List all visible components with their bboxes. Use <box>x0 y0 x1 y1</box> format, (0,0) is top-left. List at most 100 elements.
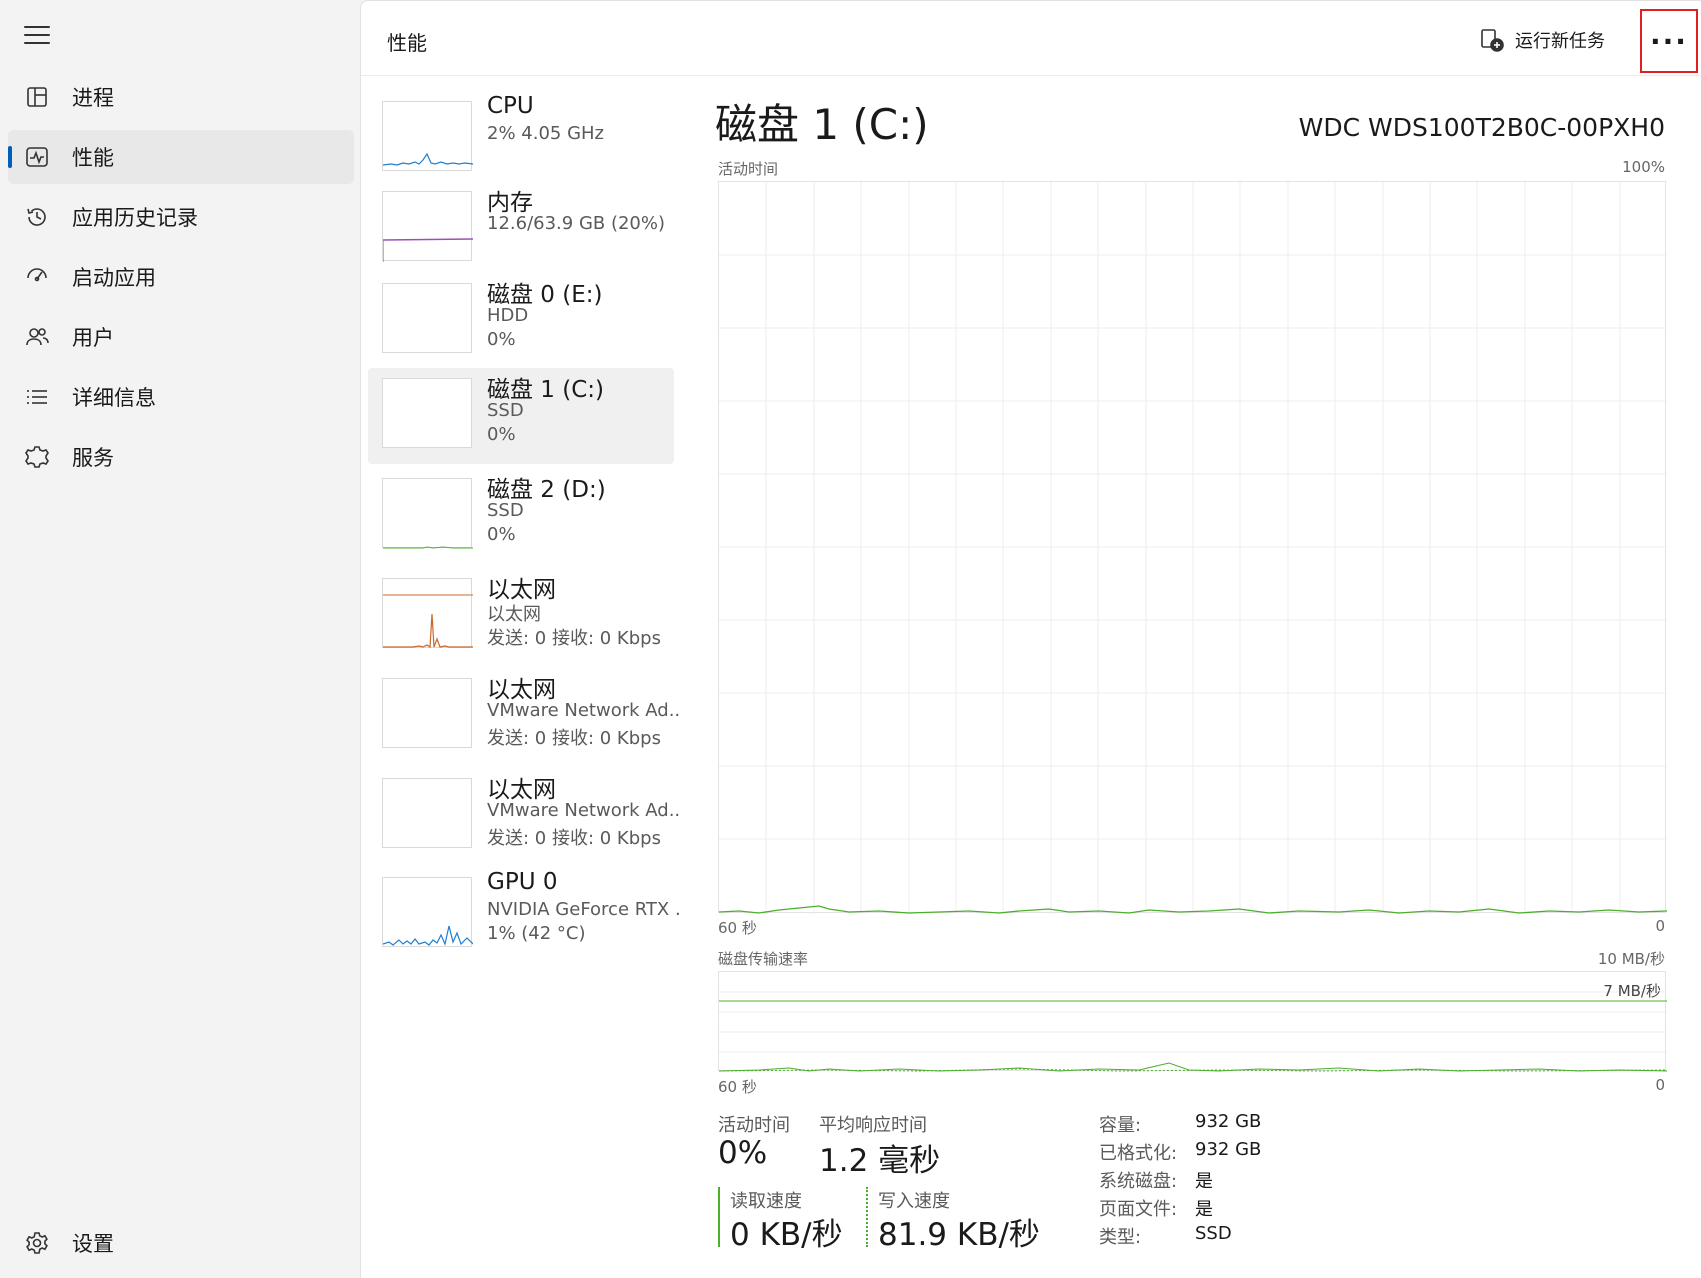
resource-name: 磁盘 0 (E:) <box>487 282 603 308</box>
resource-detail: 以太网 <box>487 604 541 625</box>
resource-type: HDD <box>487 305 529 326</box>
nav-item-label: 用户 <box>72 326 114 350</box>
type-label: 类型: <box>1099 1227 1142 1248</box>
resource-detail: NVIDIA GeForce RTX . <box>487 899 681 920</box>
active-time-x-start: 60 秒 <box>718 919 757 937</box>
resource-name: GPU 0 <box>487 869 558 895</box>
active-time-chart <box>718 181 1668 914</box>
resource-name: 磁盘 1 (C:) <box>487 377 605 403</box>
history-icon <box>24 204 50 230</box>
run-task-icon <box>1481 29 1504 52</box>
write-speed-indicator <box>866 1187 868 1247</box>
resource-usage: 0% <box>487 524 516 545</box>
capacity-label: 容量: <box>1099 1115 1142 1136</box>
ethernet2-thumbnail-graph <box>382 678 472 748</box>
resource-throughput: 发送: 0 接收: 0 Kbps <box>487 628 661 649</box>
formatted-value: 932 GB <box>1195 1139 1262 1160</box>
avg-response-time-value: 1.2 毫秒 <box>819 1143 941 1179</box>
nav-item-performance[interactable]: 性能 <box>8 130 354 184</box>
nav-item-details[interactable]: 详细信息 <box>8 370 354 424</box>
nav-item-label: 详细信息 <box>72 386 156 410</box>
type-value: SSD <box>1195 1223 1232 1244</box>
details-icon <box>24 384 50 410</box>
nav-item-label: 启动应用 <box>72 266 156 290</box>
users-icon <box>24 324 50 350</box>
resource-usage: 1% (42 °C) <box>487 923 586 944</box>
disk1-thumbnail-graph <box>382 378 472 448</box>
active-time-chart-label: 活动时间 <box>718 160 779 178</box>
nav-item-services[interactable]: 服务 <box>8 430 354 484</box>
resource-item-disk-0[interactable]: 磁盘 0 (E:) HDD 0% <box>368 273 674 369</box>
resource-detail: 2% 4.05 GHz <box>487 123 605 144</box>
transfer-rate-chart-max: 10 MB/秒 <box>1597 950 1665 968</box>
memory-thumbnail-graph <box>382 191 474 262</box>
resource-throughput: 发送: 0 接收: 0 Kbps <box>487 828 661 849</box>
resource-name: 以太网 <box>487 677 556 703</box>
resource-name: 以太网 <box>487 577 556 603</box>
resource-throughput: 发送: 0 接收: 0 Kbps <box>487 728 661 749</box>
processes-icon <box>24 84 50 110</box>
nav-item-processes[interactable]: 进程 <box>8 70 354 124</box>
nav-item-startup-apps[interactable]: 启动应用 <box>8 250 354 304</box>
cpu-thumbnail-graph <box>382 101 474 171</box>
transfer-rate-chart-graph <box>718 991 1668 1072</box>
ethernet1-thumbnail-graph <box>382 578 473 649</box>
nav-item-settings[interactable]: 设置 <box>8 1216 354 1270</box>
resource-item-ethernet-2[interactable]: 以太网 VMware Network Ad.. 发送: 0 接收: 0 Kbps <box>368 668 680 764</box>
startup-icon <box>24 264 50 290</box>
formatted-label: 已格式化: <box>1099 1143 1178 1164</box>
active-time-label: 活动时间 <box>718 1115 790 1136</box>
transfer-rate-x-end: 0 <box>1655 1076 1665 1094</box>
page-file-label: 页面文件: <box>1099 1199 1178 1220</box>
disk2-thumbnail-graph <box>382 478 473 549</box>
resource-item-ethernet-3[interactable]: 以太网 VMware Network Ad.. 发送: 0 接收: 0 Kbps <box>368 768 680 864</box>
performance-icon <box>24 144 50 170</box>
nav-item-label: 服务 <box>72 446 114 470</box>
gpu-thumbnail-graph <box>382 877 474 947</box>
nav-item-label: 应用历史记录 <box>72 206 198 230</box>
resource-item-cpu[interactable]: CPU 2% 4.05 GHz <box>368 91 674 187</box>
resource-item-disk-2[interactable]: 磁盘 2 (D:) SSD 0% <box>368 468 674 564</box>
active-time-chart-max: 100% <box>1622 158 1665 176</box>
resource-name: 内存 <box>487 190 533 216</box>
resource-usage: 0% <box>487 424 516 445</box>
page-title: 性能 <box>387 31 427 55</box>
resource-item-ethernet-1[interactable]: 以太网 以太网 发送: 0 接收: 0 Kbps <box>368 568 674 664</box>
main-window: 性能 运行新任务 ··· CPU 2% 4.05 GHz 内存 12.6/63.… <box>360 0 1701 1278</box>
resource-type: SSD <box>487 500 524 521</box>
nav-item-label: 性能 <box>72 146 114 170</box>
hamburger-menu-icon[interactable] <box>24 26 50 46</box>
header-bar: 性能 运行新任务 ··· <box>361 1 1701 76</box>
resource-item-gpu-0[interactable]: GPU 0 NVIDIA GeForce RTX . 1% (42 °C) <box>368 867 681 963</box>
read-speed-indicator <box>718 1187 720 1247</box>
transfer-rate-x-start: 60 秒 <box>718 1078 757 1096</box>
avg-response-time-label: 平均响应时间 <box>819 1115 927 1136</box>
read-speed-value: 0 KB/秒 <box>730 1217 843 1253</box>
active-time-chart-graph <box>718 182 1668 914</box>
resource-detail: VMware Network Ad.. <box>487 800 681 821</box>
page-file-value: 是 <box>1195 1199 1213 1220</box>
nav-item-label: 进程 <box>72 86 114 110</box>
navigation-pane: 进程 性能 应用历史记录 启动应用 用户 详细信息 服务 设置 <box>0 0 360 1278</box>
disk-title: 磁盘 1 (C:) <box>715 100 929 149</box>
services-icon <box>24 444 50 470</box>
system-disk-label: 系统磁盘: <box>1099 1171 1178 1192</box>
resource-detail: 12.6/63.9 GB (20%) <box>487 213 666 234</box>
more-options-button[interactable]: ··· <box>1640 9 1698 73</box>
transfer-rate-line-label: 7 MB/秒 <box>1603 982 1661 1000</box>
resource-type: SSD <box>487 400 524 421</box>
nav-item-users[interactable]: 用户 <box>8 310 354 364</box>
resource-name: 以太网 <box>487 777 556 803</box>
active-time-x-end: 0 <box>1655 917 1665 935</box>
resource-detail: VMware Network Ad.. <box>487 700 681 721</box>
resource-item-memory[interactable]: 内存 12.6/63.9 GB (20%) <box>368 181 674 277</box>
disk0-thumbnail-graph <box>382 283 472 353</box>
capacity-value: 932 GB <box>1195 1111 1262 1132</box>
nav-item-app-history[interactable]: 应用历史记录 <box>8 190 354 244</box>
resource-item-disk-1[interactable]: 磁盘 1 (C:) SSD 0% <box>368 368 674 464</box>
resource-name: 磁盘 2 (D:) <box>487 477 606 503</box>
run-new-task-button[interactable]: 运行新任务 <box>1479 23 1605 57</box>
resource-usage: 0% <box>487 329 516 350</box>
transfer-rate-chart-label: 磁盘传输速率 <box>718 950 809 968</box>
system-disk-value: 是 <box>1195 1171 1213 1192</box>
